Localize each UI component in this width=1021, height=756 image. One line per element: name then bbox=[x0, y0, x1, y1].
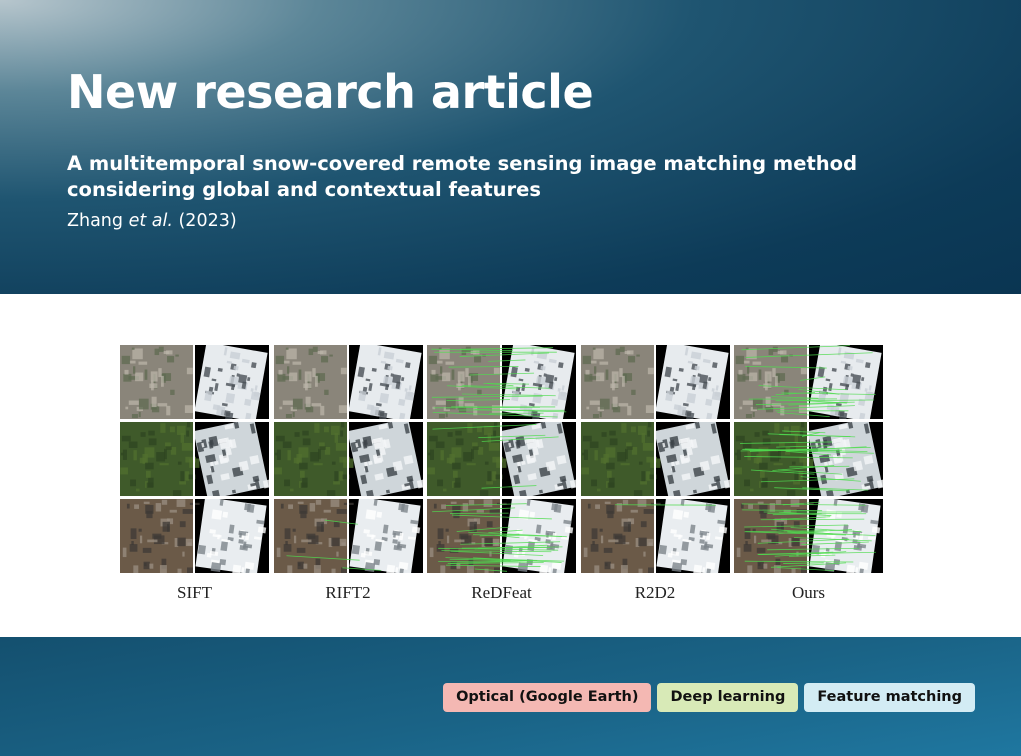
match-result-image bbox=[427, 345, 576, 419]
topic-tag: Feature matching bbox=[804, 683, 975, 712]
match-result-image bbox=[734, 499, 883, 573]
topic-tags: Optical (Google Earth) Deep learning Featu… bbox=[443, 683, 975, 712]
match-result-image bbox=[734, 422, 883, 496]
match-result-image bbox=[734, 345, 883, 419]
match-result-image bbox=[120, 422, 269, 496]
match-result-image bbox=[273, 345, 423, 419]
match-result-image bbox=[273, 499, 423, 573]
page-title: New research article bbox=[67, 65, 594, 119]
match-result-image bbox=[580, 345, 730, 419]
method-label: SIFT bbox=[177, 583, 212, 602]
match-result-image bbox=[273, 422, 423, 496]
topic-tag: Optical (Google Earth) bbox=[443, 683, 652, 712]
citation-et-al: et al. bbox=[128, 211, 173, 231]
article-citation: Zhang et al. (2023) bbox=[67, 209, 237, 233]
header-banner: New research article A multitemporal sno… bbox=[0, 0, 1021, 294]
match-result-image bbox=[427, 422, 576, 496]
footer-bar: Optical (Google Earth) Deep learning Featu… bbox=[0, 637, 1021, 756]
method-label: ReDFeat bbox=[471, 583, 532, 602]
citation-year: (2023) bbox=[172, 211, 237, 231]
match-result-image bbox=[427, 499, 576, 573]
citation-authors: Zhang bbox=[67, 211, 129, 231]
match-result-image bbox=[120, 345, 269, 419]
match-result-image bbox=[580, 499, 730, 573]
match-result-image bbox=[580, 422, 730, 496]
article-title: A multitemporal snow-covered remote sens… bbox=[67, 152, 858, 201]
method-label: RIFT2 bbox=[325, 583, 371, 602]
matching-results-figure bbox=[120, 345, 883, 573]
match-result-image bbox=[120, 499, 269, 573]
topic-tag: Deep learning bbox=[657, 683, 799, 712]
method-label: R2D2 bbox=[634, 583, 676, 602]
figure-panel: SIFT RIFT2 ReDFeat R2D2 Ours bbox=[0, 294, 1021, 637]
method-label: Ours bbox=[791, 583, 826, 602]
